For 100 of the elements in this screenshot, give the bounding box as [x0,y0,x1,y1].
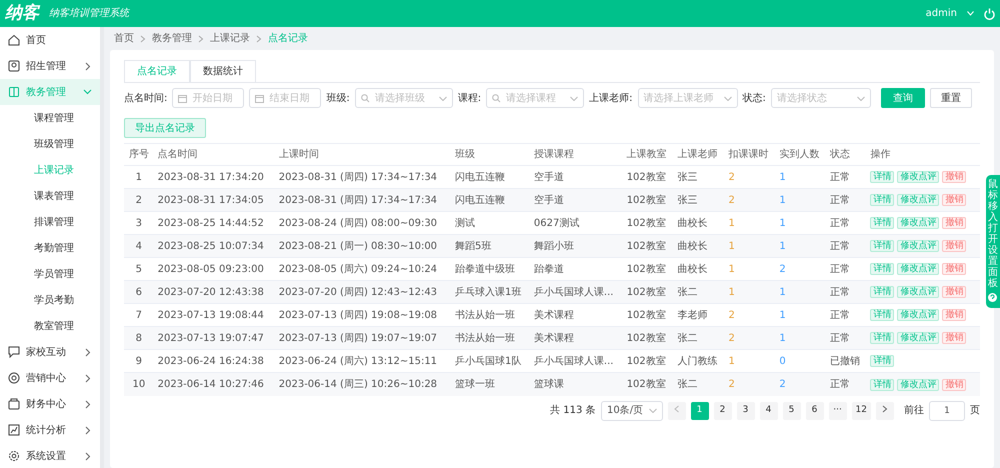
target-icon [8,372,20,384]
goto-field[interactable]: 1 [929,400,965,420]
select-field[interactable]: 请选择课程 [486,88,584,108]
page-button[interactable]: 6 [806,402,824,420]
page-button[interactable]: 4 [760,402,778,420]
sidebar-item[interactable]: 教务管理 [0,79,100,105]
sidebar-subitem[interactable]: 排课管理 [0,209,100,235]
detail-link[interactable]: 详情 [870,263,894,276]
sidebar-subitem[interactable]: 教室管理 [0,313,100,339]
column-header: 点名时间 [154,144,275,166]
detail-link[interactable]: 详情 [870,332,894,344]
detail-link[interactable]: 详情 [870,378,894,390]
table-cell: 张二 [674,280,724,304]
column-header: 上课教室 [622,144,674,166]
detail-link[interactable]: 详情 [870,240,894,252]
reset-button[interactable]: 重置 [930,88,972,108]
column-header: 状态 [826,144,866,166]
sidebar-subitem[interactable]: 学员管理 [0,261,100,287]
next-page-button[interactable] [876,402,894,420]
detail-link[interactable]: 详情 [870,309,894,322]
edit-link[interactable]: 修改点评 [897,171,940,184]
edit-link[interactable]: 修改点评 [897,240,940,252]
power-icon[interactable] [984,8,995,20]
person-icon [8,60,20,72]
revoke-link[interactable]: 撤销 [942,171,966,184]
revoke-link[interactable]: 撤销 [942,309,966,322]
column-header: 扣课课时 [724,144,776,166]
page-button[interactable]: 3 [736,402,755,420]
table-cell: 正常 [826,234,866,258]
sidebar-subitem[interactable]: 考勤管理 [0,235,100,261]
edit-link[interactable]: 修改点评 [897,309,940,322]
breadcrumb-link[interactable]: 首页 [114,31,134,46]
page-size-select[interactable]: 10条/页 [600,400,663,420]
detail-link[interactable]: 详情 [870,171,894,184]
table-cell: 曲校长 [674,234,724,258]
tab[interactable]: 点名记录 [124,60,190,82]
edit-link[interactable]: 修改点评 [897,217,940,230]
caret-icon[interactable] [967,11,974,16]
sidebar-subitem[interactable]: 学员考勤 [0,287,100,313]
table-cell: 正常 [826,280,866,304]
table-cell: 乒乓球入课1班 [451,280,530,304]
export-button[interactable]: 导出点名记录 [124,118,206,138]
revoke-link[interactable]: 撤销 [942,332,966,344]
edit-link[interactable]: 修改点评 [897,263,940,276]
chevron-icon [83,400,92,408]
sidebar-item[interactable]: 系统设置 [0,443,100,468]
table-cell: 102教室 [622,234,674,258]
revoke-link[interactable]: 撤销 [942,263,966,276]
detail-link[interactable]: 详情 [870,194,894,206]
table-cell: 张二 [674,372,724,396]
date-field[interactable]: 开始日期 [172,88,244,108]
page-button[interactable]: 1 [690,402,709,420]
query-button[interactable]: 查询 [880,88,925,108]
goto-unit: 页 [970,404,980,418]
calendar-icon [255,94,264,102]
column-header: 授课课程 [530,144,623,166]
detail-link[interactable]: 详情 [870,217,894,230]
page-button[interactable]: 5 [782,402,801,420]
revoke-link[interactable]: 撤销 [942,286,966,298]
table-cell: 2 [724,188,776,212]
breadcrumb-link[interactable]: 教务管理 [152,31,192,46]
table-cell: 正常 [826,188,866,212]
sidebar-subitem[interactable]: 班级管理 [0,131,100,157]
edit-link[interactable]: 修改点评 [897,194,940,206]
page-button[interactable]: 2 [714,402,732,420]
revoke-link[interactable]: 撤销 [942,378,966,390]
revoke-link[interactable]: 撤销 [942,240,966,252]
page-button[interactable]: ··· [828,402,847,420]
sidebar-subitem[interactable]: 课程管理 [0,105,100,131]
sidebar-item[interactable]: 统计分析 [0,417,100,443]
edit-link[interactable]: 修改点评 [897,286,940,298]
caret-icon [856,96,865,100]
edit-link[interactable]: 修改点评 [897,378,940,390]
settings-tab[interactable]: 鼠标移入打开设置面板 [986,175,1000,308]
sidebar-subitem[interactable]: 课表管理 [0,183,100,209]
table-cell: 4 [124,234,154,258]
sidebar-item[interactable]: 招生管理 [0,53,100,79]
table-cell: 乒小乓国球人课... [530,280,623,304]
sidebar-subitem[interactable]: 上课记录 [0,157,100,183]
select-field[interactable]: 请选择上课老师 [638,88,738,108]
tab[interactable]: 数据统计 [190,60,256,82]
date-field[interactable]: 结束日期 [249,88,322,108]
sidebar-item[interactable]: 营销中心 [0,365,100,391]
prev-page-button[interactable] [668,402,686,420]
sidebar-item[interactable]: 财务中心 [0,391,100,417]
sidebar-item[interactable]: 家校互动 [0,339,100,365]
select-field[interactable]: 请选择班级 [354,88,453,108]
sidebar-item[interactable]: 首页 [0,27,100,53]
revoke-link[interactable]: 撤销 [942,194,966,206]
page-button[interactable]: 12 [852,402,871,420]
edit-link[interactable]: 修改点评 [897,332,940,344]
breadcrumb-link[interactable]: 上课记录 [210,31,250,46]
revoke-link[interactable]: 撤销 [942,217,966,230]
detail-link[interactable]: 详情 [870,286,894,298]
table-cell: 正常 [826,372,866,396]
select-field[interactable]: 请选择状态 [770,88,871,108]
search-icon [492,94,502,102]
user-menu[interactable]: admin [926,6,957,21]
help-icon [988,293,997,302]
detail-link[interactable]: 详情 [870,355,894,368]
